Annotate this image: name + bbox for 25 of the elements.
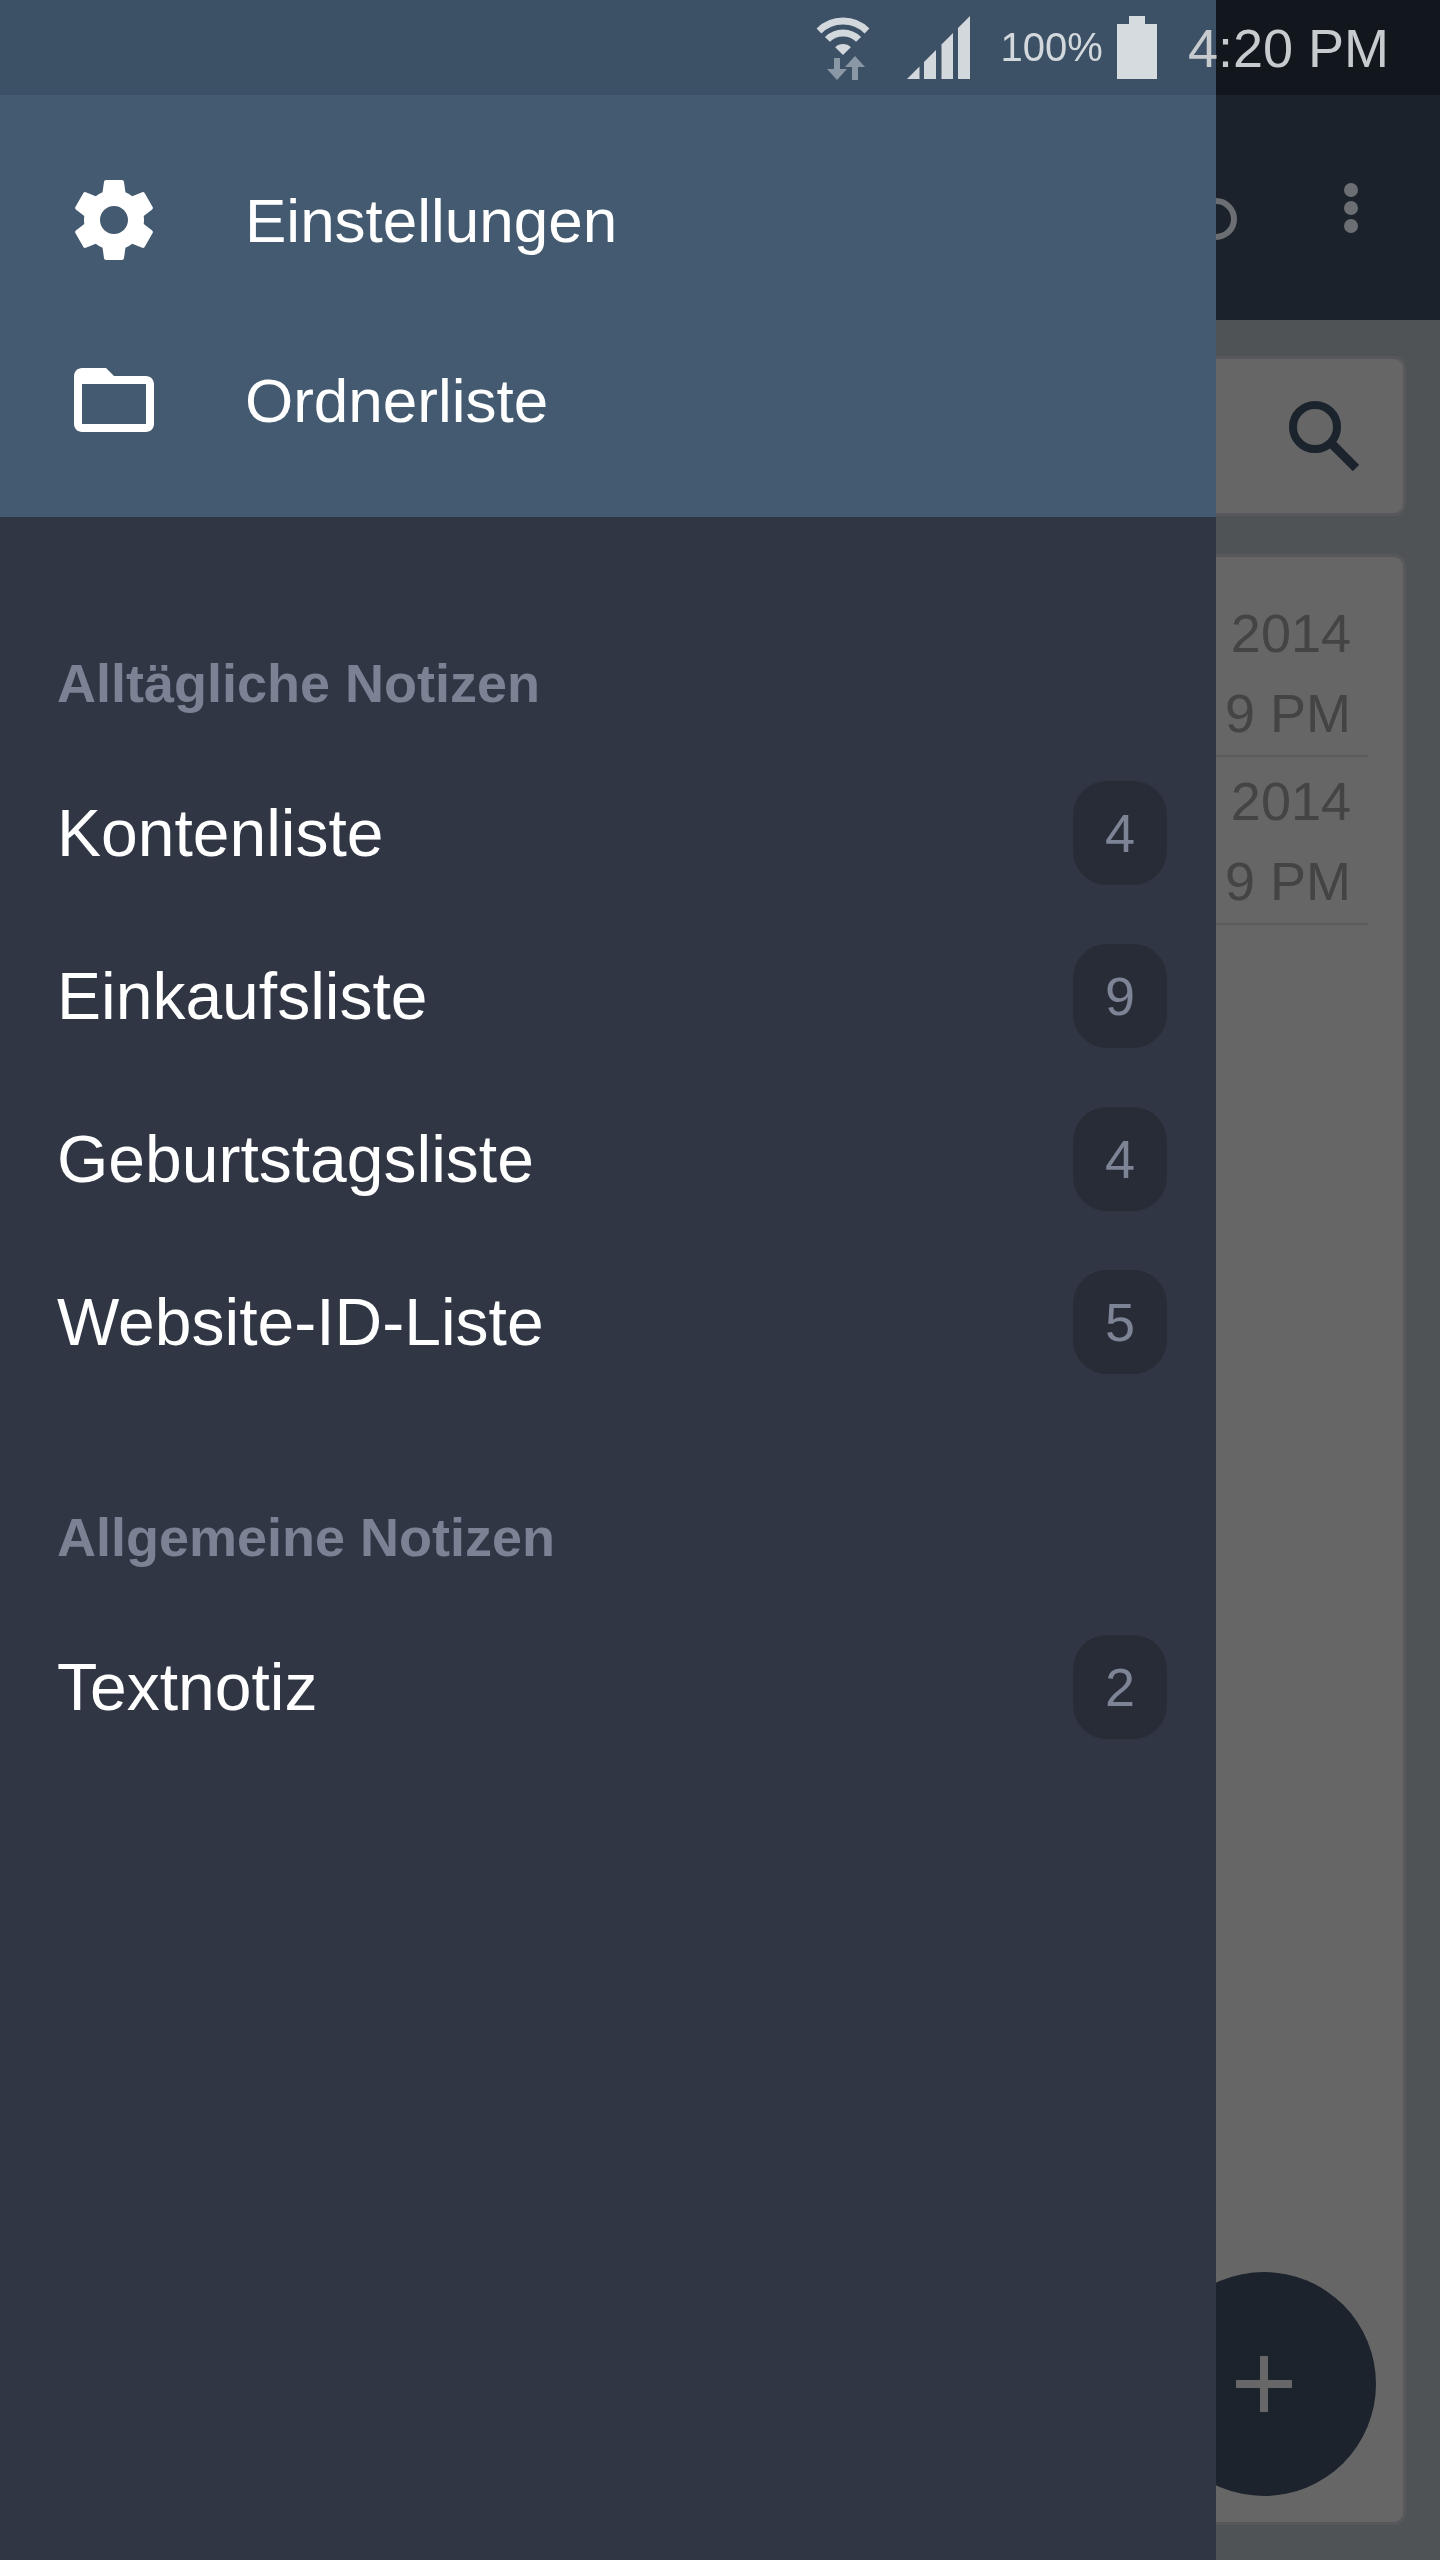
count-badge: 5 xyxy=(1073,1269,1167,1374)
more-icon[interactable] xyxy=(1344,182,1358,233)
gear-icon xyxy=(74,180,154,260)
section-header: Allgemeine Notizen xyxy=(56,1506,556,1569)
count-badge: 2 xyxy=(1073,1634,1167,1739)
search-icon[interactable] xyxy=(1289,401,1359,471)
plus-icon xyxy=(1236,2356,1292,2412)
count-badge: 9 xyxy=(1073,943,1167,1048)
list-item[interactable]: Kontenliste xyxy=(57,792,384,873)
list-item[interactable]: Website-ID-Liste xyxy=(57,1281,544,1362)
clock-time: 4:20 PM xyxy=(1187,16,1389,79)
ring-icon[interactable] xyxy=(1216,198,1238,240)
battery-icon xyxy=(1116,16,1157,79)
section-header: Alltägliche Notizen xyxy=(56,652,541,715)
battery-percent: 100% xyxy=(1000,25,1103,70)
count-badge: 4 xyxy=(1073,780,1167,885)
menu-item[interactable]: Ordnerliste xyxy=(0,310,1216,490)
folder-icon xyxy=(74,368,154,432)
count-badge: 4 xyxy=(1073,1106,1167,1211)
search-field[interactable] xyxy=(1216,356,1406,516)
list-item[interactable]: Einkaufsliste xyxy=(57,955,428,1036)
menu-item[interactable]: Einstellungen xyxy=(0,130,1216,310)
list-item[interactable]: Geburtstagsliste xyxy=(57,1118,534,1199)
signal-icon xyxy=(906,16,970,79)
list-item[interactable]: Textnotiz xyxy=(57,1646,318,1727)
